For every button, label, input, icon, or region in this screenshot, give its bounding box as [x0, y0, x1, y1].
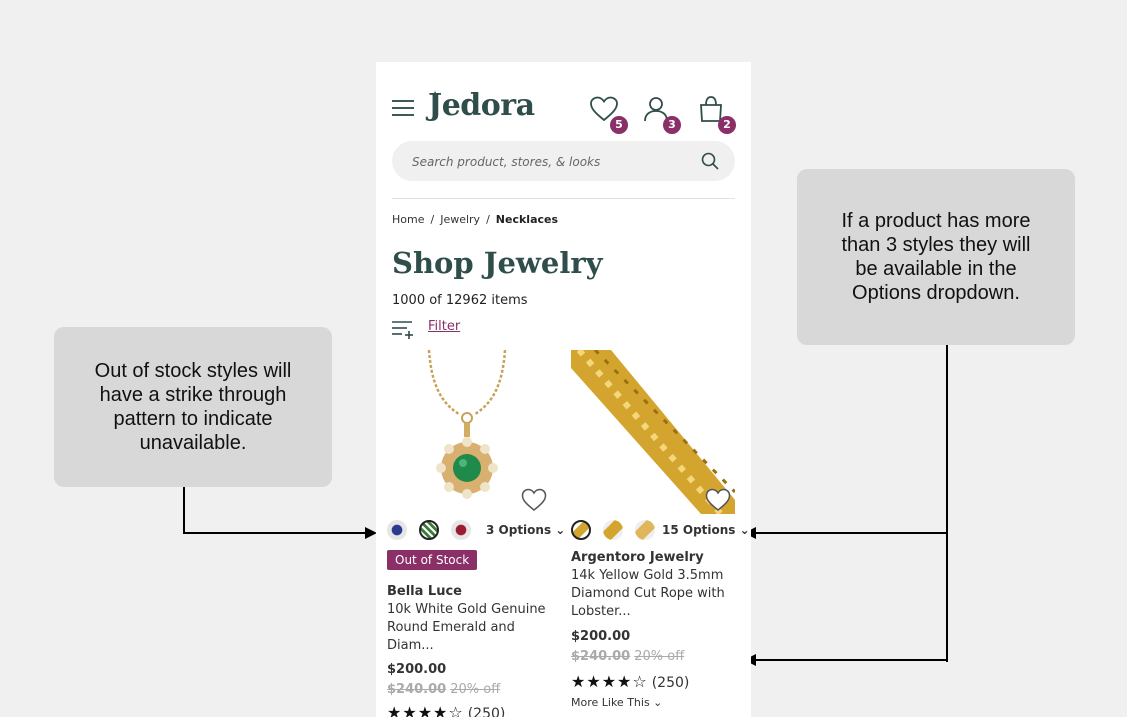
mobile-screen: Jedora ✦ 5 3 2 Home / Jewelry / Necklaces Sh…: [376, 62, 751, 717]
more-like-this-link[interactable]: More Like This ⌄: [571, 696, 662, 709]
header-divider: [392, 198, 735, 199]
more-like-this-label: More Like This: [571, 696, 650, 709]
rating-count: (250): [651, 675, 690, 691]
options-dropdown[interactable]: 15 Options ⌄: [662, 523, 750, 537]
swatch-gold-2[interactable]: [603, 520, 623, 540]
connector-line: [756, 659, 948, 661]
chevron-down-icon: ⌄: [739, 523, 750, 537]
account-button[interactable]: 3: [643, 96, 681, 134]
swatch-ruby[interactable]: [451, 520, 471, 540]
annotation-left-text: Out of stock styles will have a strike t…: [94, 360, 292, 454]
product-was-price: $240.00 20% off: [387, 682, 500, 697]
star-rating: ★★★★☆ (250): [571, 672, 690, 691]
filter-label[interactable]: Filter: [428, 319, 460, 334]
product-image[interactable]: [571, 350, 735, 514]
connector-line: [183, 487, 185, 534]
style-swatches: 15 Options ⌄: [571, 520, 751, 542]
wishlist-button[interactable]: 5: [590, 96, 628, 134]
swatch-emerald-out-of-stock[interactable]: [419, 520, 439, 540]
annotation-out-of-stock: Out of stock styles will have a strike t…: [54, 327, 332, 487]
breadcrumb-current: Necklaces: [495, 213, 559, 226]
rating-count: (250): [467, 706, 506, 717]
logo-sparkle-icon: ✦: [430, 88, 441, 102]
product-brand[interactable]: Argentoro Jewelry: [571, 550, 704, 565]
page-title: Shop Jewelry: [392, 246, 603, 280]
breadcrumb-jewelry[interactable]: Jewelry: [440, 213, 480, 226]
site-logo[interactable]: Jedora: [428, 88, 535, 123]
breadcrumb-home[interactable]: Home: [392, 213, 424, 226]
item-count: 1000 of 12962 items: [392, 293, 528, 308]
cart-button[interactable]: 2: [698, 96, 736, 134]
product-price: $200.00: [571, 629, 631, 644]
wishlist-count-badge: 5: [610, 116, 628, 134]
options-dropdown[interactable]: 3 Options ⌄: [486, 523, 565, 537]
chevron-down-icon: ⌄: [653, 696, 663, 709]
product-image[interactable]: [387, 350, 551, 514]
options-label: 3 Options: [486, 523, 552, 537]
search-icon[interactable]: [701, 152, 719, 170]
discount: 20% off: [450, 682, 501, 697]
product-name[interactable]: 10k White Gold Genuine Round Emerald and…: [387, 601, 547, 655]
connector-line: [946, 345, 948, 662]
heart-icon[interactable]: [705, 488, 731, 512]
breadcrumb: Home / Jewelry / Necklaces: [392, 213, 558, 226]
search-bar: [392, 141, 735, 183]
swatch-yellow-gold[interactable]: [571, 520, 591, 540]
annotation-options-dropdown: If a product has more than 3 styles they…: [797, 169, 1075, 345]
account-count-badge: 3: [663, 116, 681, 134]
heart-icon[interactable]: [521, 488, 547, 512]
annotation-right-text: If a product has more than 3 styles they…: [841, 210, 1031, 304]
hamburger-menu-icon[interactable]: [392, 100, 414, 116]
options-label: 15 Options: [662, 523, 736, 537]
breadcrumb-separator: /: [430, 213, 435, 226]
cart-count-badge: 2: [718, 116, 736, 134]
chevron-down-icon: ⌄: [555, 523, 566, 537]
filter-icon: [392, 321, 413, 339]
search-input[interactable]: [410, 141, 684, 183]
was-price: $240.00: [571, 649, 631, 664]
product-price: $200.00: [387, 662, 447, 677]
product-name[interactable]: 14k Yellow Gold 3.5mm Diamond Cut Rope w…: [571, 567, 731, 621]
breadcrumb-separator: /: [486, 213, 490, 226]
product-was-price: $240.00 20% off: [571, 649, 684, 664]
star-rating: ★★★★☆ (250): [387, 703, 505, 717]
swatch-sapphire[interactable]: [387, 520, 407, 540]
discount: 20% off: [634, 649, 685, 664]
swatch-gold-3[interactable]: [635, 520, 655, 540]
was-price: $240.00: [387, 682, 447, 697]
connector-line: [183, 532, 366, 534]
connector-line: [756, 532, 948, 534]
out-of-stock-badge: Out of Stock: [387, 550, 478, 570]
style-swatches: 3 Options ⌄: [387, 520, 567, 542]
product-brand[interactable]: Bella Luce: [387, 584, 462, 599]
